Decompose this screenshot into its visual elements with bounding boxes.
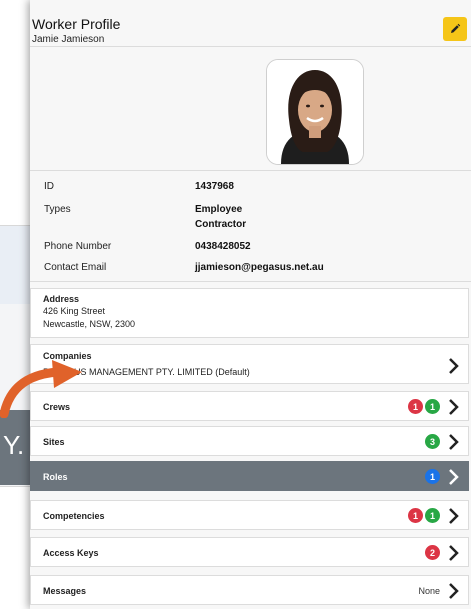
chevron-right-icon (449, 508, 459, 524)
messages-label: Messages (43, 586, 87, 596)
address-line-1: 426 King Street (43, 306, 106, 316)
types-label: Types (44, 204, 71, 215)
crews-badge-green: 1 (425, 399, 440, 414)
roles-label: Roles (43, 472, 68, 482)
curved-arrow-icon (0, 360, 82, 418)
phone-value: 0438428052 (195, 241, 251, 252)
nav-access-keys[interactable]: Access Keys 2 (30, 537, 469, 567)
competencies-label: Competencies (43, 511, 105, 521)
id-value: 1437968 (195, 181, 234, 192)
id-label: ID (44, 181, 54, 192)
nav-sites[interactable]: Sites 3 (30, 426, 469, 456)
nav-messages[interactable]: Messages None (30, 575, 469, 605)
worker-name: Jamie Jamieson (32, 34, 105, 45)
chevron-right-icon (449, 399, 459, 415)
pencil-icon (451, 23, 461, 33)
nav-roles[interactable]: Roles 1 (30, 461, 469, 491)
sites-label: Sites (43, 437, 65, 447)
access-keys-badge-red: 2 (425, 545, 440, 560)
email-label: Contact Email (44, 262, 107, 273)
edit-button[interactable] (443, 17, 467, 41)
chevron-right-icon (449, 434, 459, 450)
roles-badge-blue: 1 (425, 469, 440, 484)
address-card: Address 426 King Street Newcastle, NSW, … (30, 288, 469, 338)
photo-section (30, 47, 471, 171)
competencies-badge-red: 1 (408, 508, 423, 523)
type-value-employee: Employee (195, 204, 243, 215)
profile-photo (266, 59, 364, 165)
sites-badge-green: 3 (425, 434, 440, 449)
page-title: Worker Profile (32, 16, 121, 32)
nav-competencies[interactable]: Competencies 1 1 (30, 500, 469, 530)
competencies-badge-green: 1 (425, 508, 440, 523)
access-keys-label: Access Keys (43, 548, 99, 558)
chevron-right-icon (449, 545, 459, 561)
crews-badge-red: 1 (408, 399, 423, 414)
address-line-2: Newcastle, NSW, 2300 (43, 319, 136, 329)
chevron-right-icon (449, 583, 459, 599)
address-label: Address (43, 294, 80, 304)
panel-header: Worker Profile Jamie Jamieson (30, 0, 471, 47)
messages-status: None (418, 586, 440, 596)
email-value: jjamieson@pegasus.net.au (195, 262, 324, 273)
phone-label: Phone Number (44, 241, 112, 252)
chevron-right-icon (449, 358, 459, 374)
worker-profile-panel: Worker Profile Jamie Jamieson ID 1437968… (30, 0, 471, 609)
background-partial-text: Y. (3, 430, 25, 460)
chevron-right-icon (449, 469, 459, 485)
type-value-contractor: Contractor (195, 219, 247, 230)
details-section: ID 1437968 Types Employee Contractor Pho… (30, 171, 471, 282)
